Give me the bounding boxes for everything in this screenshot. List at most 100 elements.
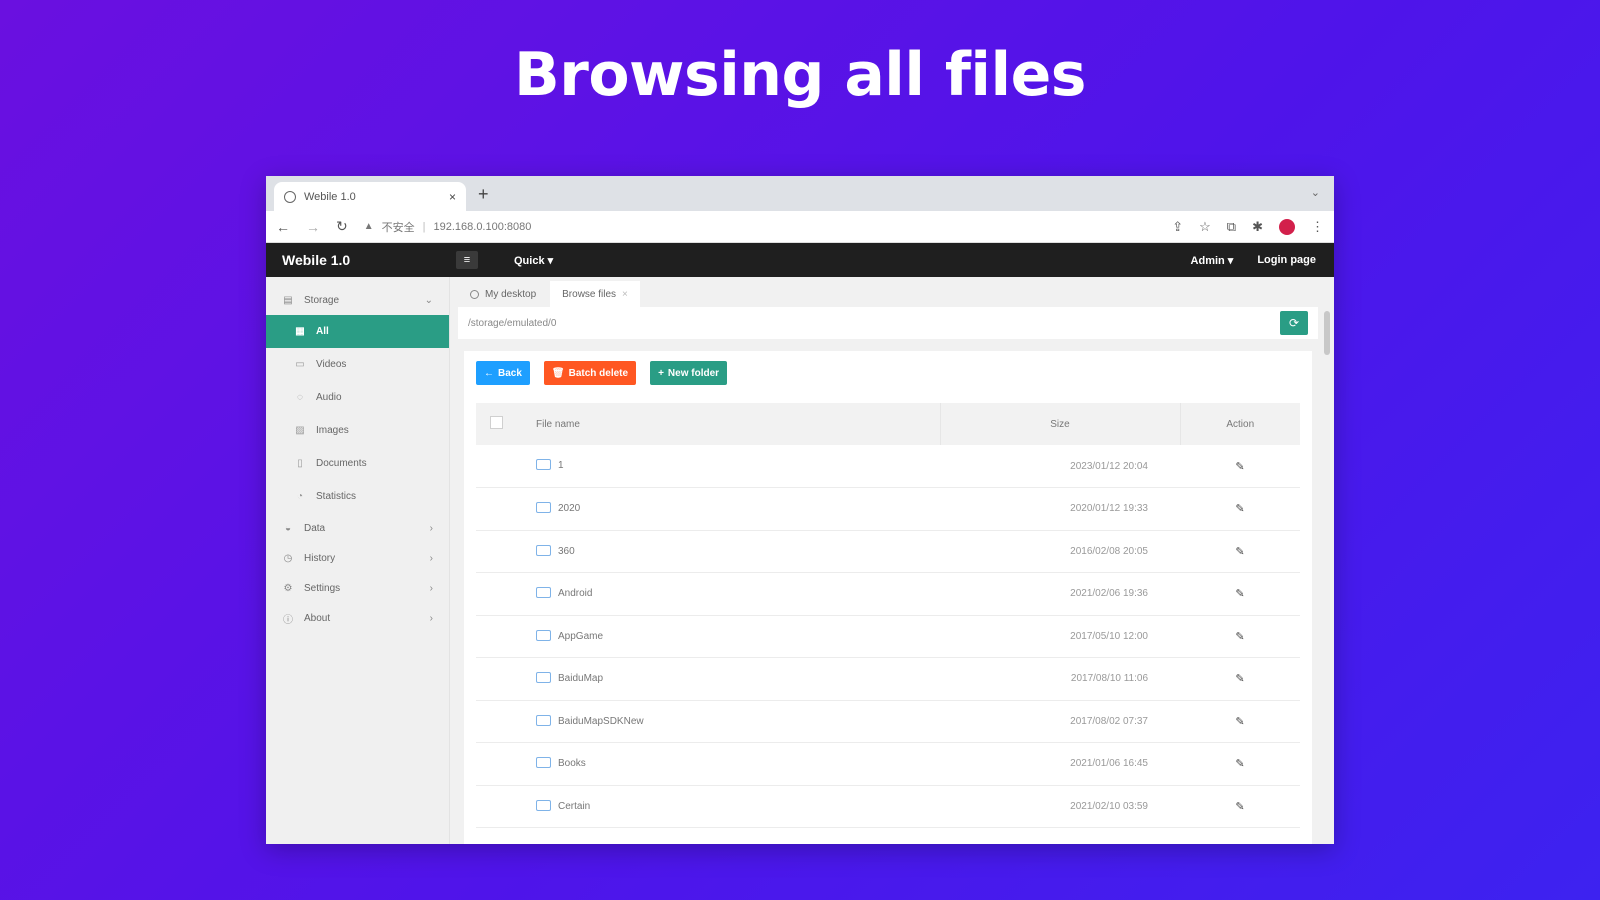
video-icon: ▭ [295,359,305,370]
file-name-cell[interactable]: BaiduMapSDKNew [528,700,940,743]
file-name[interactable]: Books [558,758,586,769]
tab-search-chevron-icon[interactable]: ⌄ [1311,186,1320,199]
browser-tab[interactable]: Webile 1.0 × [274,182,466,211]
row-checkbox-cell [476,615,528,658]
sidebar-group-about[interactable]: ⓘ About › [266,603,449,633]
main-content: My desktop Browse files × /storage/emula… [450,277,1334,844]
refresh-button[interactable]: ⟳ [1280,311,1308,335]
sidebar-item-videos[interactable]: ▭ Videos [266,348,449,381]
current-path: /storage/emulated/0 [468,317,557,329]
file-name[interactable]: AppGame [558,631,603,642]
folder-icon [536,544,551,556]
sidebar-group-data[interactable]: ◒ Data › [266,513,449,543]
sidebar-item-audio[interactable]: ◌ Audio [266,381,449,414]
edit-pencil-icon[interactable]: ✎ [1180,573,1300,616]
file-name[interactable]: 360 [558,546,575,557]
table-row[interactable]: BaiduMap 2017/08/10 11:06 ✎ [476,658,1300,701]
edit-pencil-icon[interactable]: ✎ [1180,700,1300,743]
file-name-cell[interactable]: 360 [528,530,940,573]
table-row[interactable]: 2020 2020/01/12 19:33 ✎ [476,488,1300,531]
tab-my-desktop[interactable]: My desktop [458,281,548,307]
admin-menu[interactable]: Admin ▾ [1191,254,1234,267]
address-bar[interactable]: ▲ 不安全 | 192.168.0.100:8080 [364,219,1157,235]
sidebar-group-storage[interactable]: ▤ Storage ⌄ [266,285,449,315]
table-row[interactable]: BaiduMapSDKNew 2017/08/02 07:37 ✎ [476,700,1300,743]
file-name[interactable]: 1 [558,461,564,472]
forward-arrow-icon[interactable]: → [306,219,320,235]
back-button[interactable]: ← Back [476,361,530,385]
share-icon[interactable]: ⇪ [1172,219,1183,235]
folder-icon [536,672,551,684]
back-arrow-icon[interactable]: ← [276,219,290,235]
close-tab-icon[interactable]: × [622,289,628,300]
edit-pencil-icon[interactable]: ✎ [1180,743,1300,786]
statistics-icon: ◔ [296,491,304,502]
file-name[interactable]: BaiduMap [558,673,603,684]
file-name[interactable]: Certain [558,801,590,812]
folder-icon [536,629,551,641]
file-name-cell[interactable]: Certain [528,785,940,828]
address-url[interactable]: 192.168.0.100:8080 [434,221,532,233]
edit-pencil-icon[interactable]: ✎ [1180,530,1300,573]
edit-pencil-icon[interactable]: ✎ [1180,785,1300,828]
edit-pencil-icon[interactable]: ✎ [1180,488,1300,531]
puzzle-icon[interactable]: ✱ [1252,219,1263,235]
scrollbar[interactable] [1324,311,1330,355]
sidebar-group-settings[interactable]: ⚙ Settings › [266,573,449,603]
table-row[interactable]: AppGame 2017/05/10 12:00 ✎ [476,615,1300,658]
new-folder-button[interactable]: + New folder [650,361,728,385]
batch-delete-button[interactable]: 🗑 Batch delete [543,361,637,385]
folder-icon [536,714,551,726]
file-name-cell[interactable]: 1 [528,445,940,488]
bookmark-star-icon[interactable]: ☆ [1199,219,1211,235]
sidebar-item-documents[interactable]: ▯ Documents [266,447,449,480]
reload-icon[interactable]: ↻ [336,218,348,235]
row-checkbox-cell [476,488,528,531]
file-name-cell[interactable]: AppGame [528,615,940,658]
table-row[interactable]: Books 2021/01/06 16:45 ✎ [476,743,1300,786]
table-row[interactable]: 360 2016/02/08 20:05 ✎ [476,530,1300,573]
new-tab-button[interactable]: + [478,184,489,205]
column-header-name[interactable]: File name [528,403,940,445]
toolbar-right-icons: ⇪ ☆ ⧉ ✱ ⋮ [1172,218,1324,235]
back-button-label: Back [498,367,522,379]
chevron-right-icon: › [429,522,433,534]
sidebar-item-statistics[interactable]: ◔ Statistics [266,480,449,513]
chevron-down-icon: ⌄ [424,294,433,306]
login-page-link[interactable]: Login page [1257,254,1316,266]
row-checkbox-cell [476,658,528,701]
profile-avatar[interactable] [1279,218,1295,235]
file-name-cell[interactable]: BaiduMap [528,658,940,701]
sidebar-group-label: About [304,612,331,624]
hamburger-menu-icon[interactable]: ≡ [456,251,478,269]
file-name[interactable]: Android [558,588,592,599]
edit-pencil-icon[interactable]: ✎ [1180,615,1300,658]
sidebar-group-history[interactable]: ◷ History › [266,543,449,573]
edit-pencil-icon[interactable]: ✎ [1180,445,1300,488]
row-checkbox-cell [476,530,528,573]
sidebar-item-images[interactable]: ▨ Images [266,414,449,447]
table-row[interactable]: Android 2021/02/06 19:36 ✎ [476,573,1300,616]
file-name[interactable]: 2020 [558,503,580,514]
extension-icon[interactable]: ⧉ [1227,219,1236,235]
info-icon: ⓘ [283,614,293,626]
more-menu-icon[interactable]: ⋮ [1311,219,1324,235]
close-tab-icon[interactable]: × [449,190,456,204]
edit-pencil-icon[interactable]: ✎ [1180,658,1300,701]
file-name-cell[interactable]: Android [528,573,940,616]
file-table: File name Size Action 1 2023/01/12 20:04… [476,403,1300,828]
file-name-cell[interactable]: 2020 [528,488,940,531]
document-icon: ▯ [297,458,303,469]
sidebar-item-all[interactable]: ▦ All [266,315,449,348]
select-all-checkbox[interactable] [490,416,503,429]
file-name-cell[interactable]: Books [528,743,940,786]
table-row[interactable]: 1 2023/01/12 20:04 ✎ [476,445,1300,488]
file-name[interactable]: BaiduMapSDKNew [558,716,644,727]
folder-icon [536,587,551,599]
quick-menu[interactable]: Quick ▾ [514,254,553,267]
modified-date: 2017/08/02 07:37 [1070,715,1148,727]
table-row[interactable]: Certain 2021/02/10 03:59 ✎ [476,785,1300,828]
column-header-size[interactable]: Size [939,403,1180,445]
tab-browse-files[interactable]: Browse files × [550,281,640,307]
modified-date: 2020/01/12 19:33 [1070,503,1148,515]
